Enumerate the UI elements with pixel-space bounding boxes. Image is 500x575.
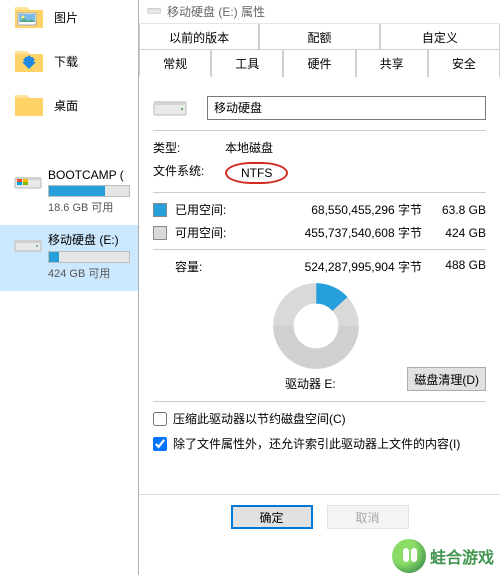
tab-hardware[interactable]: 硬件: [283, 49, 355, 77]
capacity-label: 容量:: [175, 258, 237, 275]
properties-dialog: 移动硬盘 (E:) 属性 以前的版本 配额 自定义 常规 工具 硬件 共享 安全…: [138, 0, 500, 575]
dialog-buttons: 确定 取消: [139, 494, 500, 529]
compress-checkbox[interactable]: [153, 412, 167, 426]
index-checkbox[interactable]: [153, 437, 167, 451]
sidebar-item-pictures[interactable]: 图片: [0, 0, 138, 44]
watermark-logo-icon: [392, 539, 426, 573]
explorer-sidebar: 图片 下载 桌面 BOOTCAMP ( 18.6 GB 可用 移动硬盘 (E:)…: [0, 0, 138, 400]
drive-icon: [14, 235, 42, 253]
sidebar-drive-bootcamp[interactable]: BOOTCAMP ( 18.6 GB 可用: [0, 162, 138, 225]
tab-strip: 以前的版本 配额 自定义 常规 工具 硬件 共享 安全: [139, 24, 500, 77]
index-label: 除了文件属性外，还允许索引此驱动器上文件的内容(I): [173, 435, 460, 452]
tab-content-general: 类型: 本地磁盘 文件系统: NTFS 已用空间: 68,550,455,296…: [139, 77, 500, 452]
drive-subtext: 18.6 GB 可用: [48, 199, 132, 215]
dialog-title: 移动硬盘 (E:) 属性: [167, 3, 265, 20]
tab-customize[interactable]: 自定义: [380, 24, 500, 50]
tab-general[interactable]: 常规: [139, 49, 211, 77]
sidebar-item-label: 图片: [54, 9, 78, 26]
drive-usage-bar: [48, 251, 130, 263]
drive-name-input[interactable]: [207, 96, 486, 120]
drive-usage-bar: [48, 185, 130, 197]
capacity-bytes: 524,287,995,904 字节: [237, 258, 428, 275]
sidebar-item-label: 桌面: [54, 97, 78, 114]
downloads-folder-icon: [14, 48, 44, 74]
index-checkbox-row[interactable]: 除了文件属性外，还允许索引此驱动器上文件的内容(I): [153, 435, 486, 452]
ok-button[interactable]: 确定: [231, 505, 313, 529]
tab-previous-versions[interactable]: 以前的版本: [139, 24, 259, 50]
drive-icon: [153, 95, 207, 120]
sidebar-item-desktop[interactable]: 桌面: [0, 88, 138, 132]
drive-name: BOOTCAMP (: [48, 168, 132, 182]
drive-name: 移动硬盘 (E:): [48, 231, 132, 248]
desktop-folder-icon: [14, 92, 44, 118]
capacity-gb: 488 GB: [428, 258, 486, 275]
drive-letter-label: 驱动器 E:: [285, 375, 336, 392]
compress-label: 压缩此驱动器以节约磁盘空间(C): [173, 410, 346, 427]
free-swatch: [153, 226, 167, 240]
used-label: 已用空间:: [175, 201, 237, 218]
watermark-text: 蛙合游戏: [430, 544, 494, 568]
tab-tools[interactable]: 工具: [211, 49, 283, 77]
free-gb: 424 GB: [428, 226, 486, 240]
pictures-folder-icon: [14, 4, 44, 30]
free-label: 可用空间:: [175, 224, 237, 241]
free-bytes: 455,737,540,608 字节: [237, 224, 428, 241]
sidebar-drive-removable[interactable]: 移动硬盘 (E:) 424 GB 可用: [0, 225, 138, 291]
usage-pie-chart: [273, 283, 359, 369]
disk-cleanup-button[interactable]: 磁盘清理(D): [407, 367, 486, 391]
sidebar-item-downloads[interactable]: 下载: [0, 44, 138, 88]
cancel-button[interactable]: 取消: [327, 505, 409, 529]
drive-small-icon: [147, 4, 161, 19]
type-label: 类型:: [153, 139, 225, 156]
used-gb: 63.8 GB: [428, 203, 486, 217]
drive-subtext: 424 GB 可用: [48, 265, 132, 281]
used-bytes: 68,550,455,296 字节: [237, 201, 428, 218]
compress-checkbox-row[interactable]: 压缩此驱动器以节约磁盘空间(C): [153, 410, 486, 427]
watermark: 蛙合游戏: [392, 539, 494, 573]
tab-sharing[interactable]: 共享: [356, 49, 428, 77]
used-swatch: [153, 203, 167, 217]
drive-icon: [14, 172, 42, 190]
sidebar-item-label: 下载: [54, 53, 78, 70]
filesystem-label: 文件系统:: [153, 162, 225, 184]
dialog-titlebar: 移动硬盘 (E:) 属性: [139, 0, 500, 24]
filesystem-value: NTFS: [225, 162, 288, 184]
tab-quota[interactable]: 配额: [259, 24, 379, 50]
tab-security[interactable]: 安全: [428, 49, 500, 77]
type-value: 本地磁盘: [225, 139, 273, 156]
